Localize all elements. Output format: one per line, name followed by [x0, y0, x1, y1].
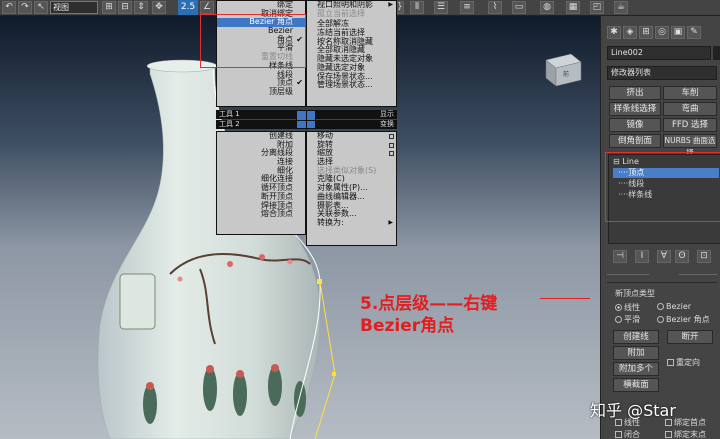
- settings-box-icon[interactable]: [389, 142, 394, 148]
- quad_left_top-item[interactable]: 顶层级: [217, 87, 305, 97]
- move-icon[interactable]: ✥: [152, 1, 166, 14]
- undo-icon[interactable]: ↶: [2, 1, 16, 14]
- angle-snap-icon[interactable]: ∠: [200, 1, 214, 14]
- select-icon[interactable]: ↖: [34, 1, 48, 14]
- annotation-arrow-line: [540, 298, 590, 299]
- pivot-icon[interactable]: ⊞: [102, 1, 116, 14]
- submenu-arrow-icon: ▶: [388, 1, 393, 8]
- quad-menu-tools2: 创建线 附加 分离线段 连接 细化 细化连接 循环顶点 断开顶点 焊接顶点 熔合顶点: [216, 131, 306, 235]
- submenu-arrow-icon: ▶: [388, 218, 393, 226]
- quad-title-tools2: 工具 2: [216, 120, 296, 129]
- align-icon[interactable]: ☰: [434, 1, 448, 14]
- modifier-list-select[interactable]: 修改器列表: [607, 66, 717, 80]
- utilities-tab-icon[interactable]: ✎: [687, 26, 701, 39]
- object-name-field[interactable]: Line002: [607, 46, 711, 60]
- display-tab-icon[interactable]: ▣: [671, 26, 685, 39]
- lathe-button[interactable]: 车削: [663, 86, 717, 100]
- highlight-box-stack: [605, 152, 720, 222]
- bind-icon[interactable]: ⇕: [134, 1, 148, 14]
- layer-icon[interactable]: ≡: [460, 1, 474, 14]
- material-editor-icon[interactable]: ◍: [540, 1, 554, 14]
- nurbs-select-button[interactable]: NURBS 曲面选择: [663, 134, 717, 157]
- quad-center-icon: [296, 110, 317, 130]
- quad_left_bottom-item[interactable]: 熔合顶点: [217, 209, 305, 219]
- radio-bezier[interactable]: Bezier: [657, 302, 691, 311]
- bind-last-checkbox[interactable]: 绑定末点: [665, 429, 706, 439]
- command-panel: ✱ ◈ ⊞ ◎ ▣ ✎ Line002 修改器列表 挤出 车削 样条线选择 弯曲…: [600, 16, 720, 439]
- extrude-button[interactable]: 挤出: [609, 86, 661, 100]
- spline-vertex[interactable]: [317, 279, 322, 284]
- quad_right_top-item: 孤立当前选择: [317, 8, 365, 18]
- ffd-select-button[interactable]: FFD 选择: [663, 118, 717, 132]
- quad_right_top-item[interactable]: 管理场景状态...: [307, 80, 396, 90]
- radio-smooth[interactable]: 平滑: [615, 314, 640, 325]
- settings-box-icon[interactable]: [389, 134, 394, 139]
- spline-select-button[interactable]: 样条线选择: [609, 102, 661, 116]
- quad-menu-display: 视口照明和阴影 ▶ 孤立当前选择 全部解冻 冻结当前选择 按名称取消隐藏 全部取消隐藏 隐藏未…: [306, 0, 397, 107]
- render-setup-icon[interactable]: ▦: [566, 1, 580, 14]
- quad-title-tools1: 工具 1: [216, 110, 296, 119]
- create-tab-icon[interactable]: ✱: [607, 26, 621, 39]
- motion-tab-icon[interactable]: ◎: [655, 26, 669, 39]
- redo-icon[interactable]: ↷: [18, 1, 32, 14]
- rollout-title[interactable]: 几何体: [649, 270, 679, 281]
- make-unique-icon[interactable]: ∀: [657, 250, 671, 263]
- remove-modifier-icon[interactable]: ʘ: [675, 250, 689, 263]
- show-end-result-icon[interactable]: I: [635, 250, 649, 263]
- quad-title-display: 显示: [316, 110, 397, 119]
- quad-menu-transform: 移动 旋转 缩放 选择 选择类似对象(S) 克隆(C) 对象属性(P)... 曲线编辑器...…: [306, 131, 397, 246]
- mirror-button[interactable]: 镜像: [609, 118, 661, 132]
- configure-sets-icon[interactable]: ⊡: [697, 250, 711, 263]
- cross-section-button[interactable]: 横截面: [613, 378, 659, 392]
- reference-coord-select[interactable]: 视图: [50, 1, 98, 14]
- reorient-checkbox[interactable]: 重定向: [667, 357, 700, 368]
- bend-button[interactable]: 弯曲: [663, 102, 717, 116]
- attach-button[interactable]: 附加: [613, 346, 659, 360]
- viewcube-icon[interactable]: 前: [536, 50, 586, 90]
- curve-editor-icon[interactable]: ⌇: [488, 1, 502, 14]
- quad-title-transform: 变换: [316, 120, 397, 129]
- radio-bezier-corner[interactable]: Bezier 角点: [657, 314, 710, 325]
- highlight-box-menu: [200, 14, 306, 68]
- snap-toggle[interactable]: 2.5: [178, 0, 198, 15]
- attach-multiple-button[interactable]: 附加多个: [613, 362, 659, 376]
- mirror-icon[interactable]: ⫴: [410, 1, 424, 14]
- object-color-swatch[interactable]: [713, 46, 720, 60]
- link-icon[interactable]: ⊟: [118, 1, 132, 14]
- quad_right_bottom-item[interactable]: 转换为: ▶: [307, 218, 396, 228]
- svg-text:前: 前: [563, 70, 569, 78]
- radio-linear[interactable]: 线性: [615, 302, 640, 313]
- settings-box-icon[interactable]: [389, 151, 394, 157]
- create-line-button[interactable]: 创建线: [613, 330, 659, 344]
- close-checkbox[interactable]: 闭合: [615, 429, 640, 439]
- render-icon[interactable]: ☕: [614, 1, 628, 14]
- modify-tab-icon[interactable]: ◈: [623, 26, 637, 39]
- hierarchy-tab-icon[interactable]: ⊞: [639, 26, 653, 39]
- new-vertex-type-label: 新顶点类型: [615, 289, 655, 298]
- break-button[interactable]: 断开: [667, 330, 713, 344]
- annotation-line-2: Bezier角点: [360, 316, 455, 336]
- spline-vertex-handle[interactable]: [332, 372, 336, 376]
- checkmark-icon: ✔: [296, 78, 303, 88]
- watermark: 知乎 @Star: [590, 401, 676, 420]
- bevel-profile-button[interactable]: 倒角剖面: [609, 134, 661, 148]
- render-frame-icon[interactable]: ◰: [590, 1, 604, 14]
- pin-stack-icon[interactable]: ⊣: [613, 250, 627, 263]
- schematic-icon[interactable]: ▭: [512, 1, 526, 14]
